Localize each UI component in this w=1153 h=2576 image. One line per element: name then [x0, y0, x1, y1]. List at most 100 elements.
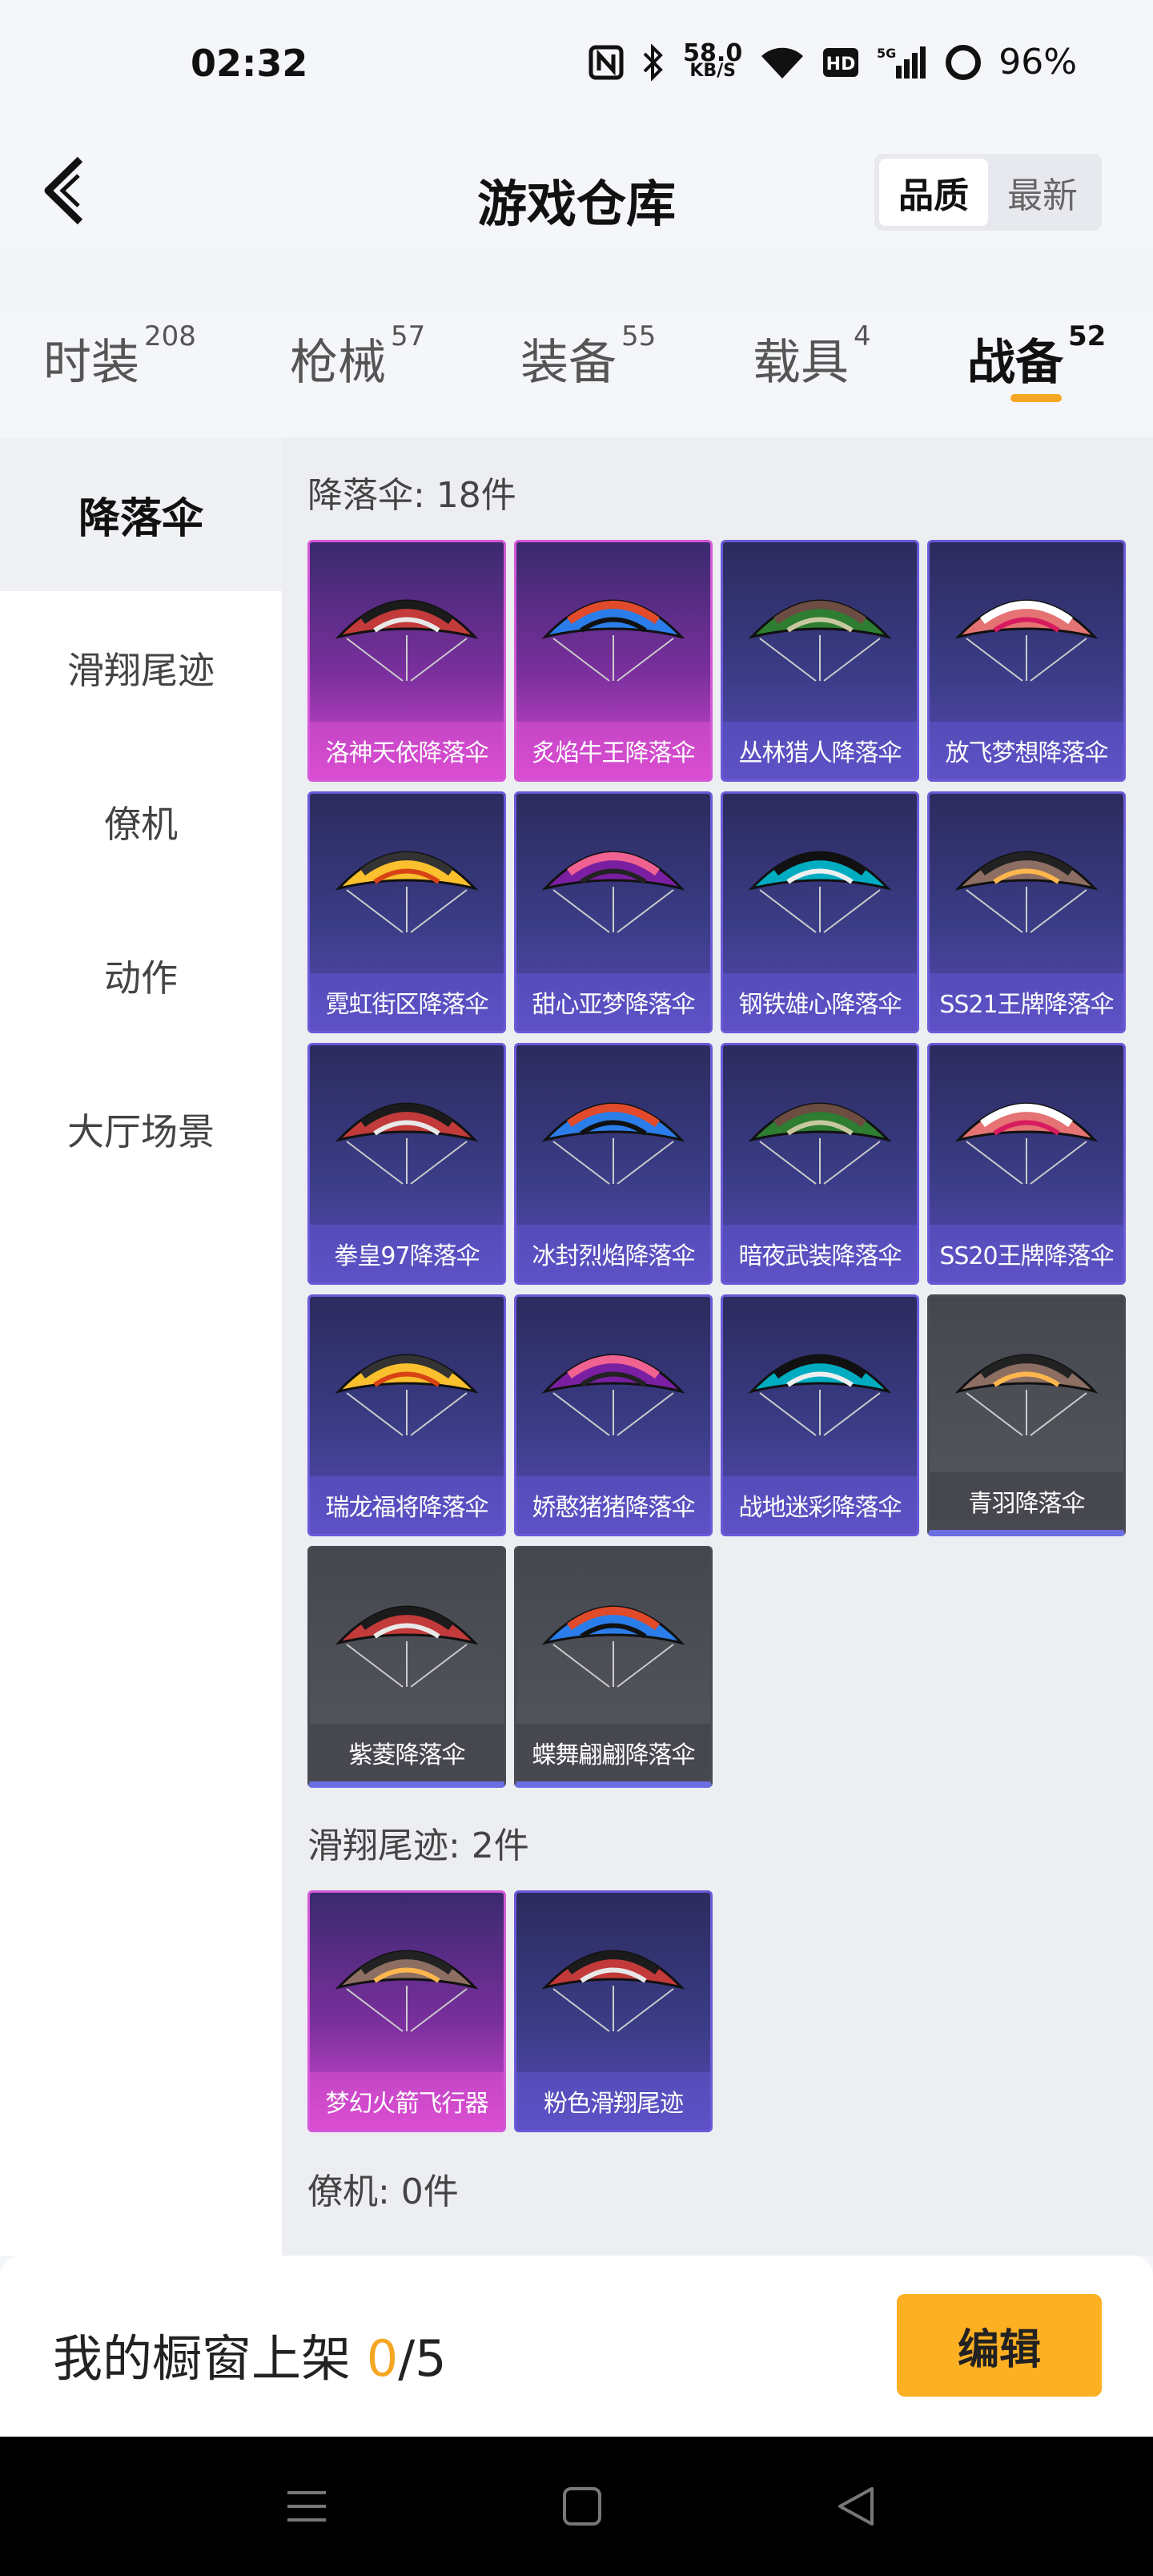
- sort-quality-button[interactable]: 品质: [879, 159, 988, 226]
- item-name: 紫菱降落伞: [310, 1724, 504, 1781]
- tab-guns[interactable]: 枪械 57: [290, 320, 425, 393]
- item-card[interactable]: 丛林猎人降落伞: [721, 540, 919, 782]
- sidebar-item-lobby-scene[interactable]: 大厅场景: [0, 1053, 282, 1206]
- item-card[interactable]: 梦幻火箭飞行器: [307, 1890, 506, 2132]
- item-card[interactable]: SS20王牌降落伞: [927, 1043, 1126, 1285]
- back-button[interactable]: [32, 156, 96, 225]
- item-thumbnail: [930, 794, 1123, 974]
- sidebar-item-parachute[interactable]: 降落伞: [0, 437, 282, 591]
- hd-icon: HD: [822, 47, 859, 78]
- showcase-current-count: 0: [366, 2329, 399, 2388]
- item-card[interactable]: 钢铁雄心降落伞: [721, 791, 919, 1033]
- home-square-icon: [563, 2487, 601, 2526]
- showcase-label: 我的橱窗上架: [53, 2329, 352, 2388]
- item-card[interactable]: SS21王牌降落伞: [927, 791, 1126, 1033]
- showcase-panel: 我的橱窗上架 0/5 编辑: [0, 2256, 1153, 2437]
- item-thumbnail: [310, 1893, 504, 2073]
- item-card[interactable]: 炙焰牛王降落伞: [514, 540, 713, 782]
- nfc-icon: [589, 45, 624, 80]
- item-thumbnail: [310, 794, 504, 974]
- tab-count: 57: [391, 320, 426, 352]
- tab-count: 52: [1068, 320, 1107, 352]
- item-card[interactable]: 洛神天依降落伞: [307, 540, 506, 782]
- section-title-parachute: 降落伞: 18件: [307, 475, 516, 516]
- header: 游戏仓库 品质 最新: [0, 136, 1153, 248]
- item-name: 暗夜武装降落伞: [723, 1225, 917, 1282]
- category-tabs: 时装 208 枪械 57 装备 55 载具 4 战备 52: [0, 312, 1153, 437]
- item-thumbnail: [723, 794, 917, 974]
- tab-count: 4: [854, 320, 871, 352]
- sidebar-item-emote[interactable]: 动作: [0, 899, 282, 1053]
- menu-icon: [287, 2491, 326, 2522]
- item-thumbnail: [516, 1045, 710, 1226]
- section-title-wingman: 僚机: 0件: [307, 2171, 459, 2212]
- item-name: 洛神天依降落伞: [310, 722, 504, 779]
- item-thumbnail: [723, 542, 917, 722]
- back-nav-button[interactable]: [830, 2480, 882, 2533]
- wifi-icon: [760, 45, 805, 80]
- item-card[interactable]: 蝶舞翩翩降落伞: [514, 1546, 713, 1788]
- item-name: 青羽降落伞: [930, 1472, 1123, 1530]
- system-nav-bar: [0, 2437, 1153, 2576]
- item-name: 蝶舞翩翩降落伞: [516, 1724, 710, 1781]
- item-card[interactable]: 拳皇97降落伞: [307, 1043, 506, 1285]
- home-nav-button[interactable]: [556, 2480, 609, 2533]
- item-card[interactable]: 粉色滑翔尾迹: [514, 1890, 713, 2132]
- item-thumbnail: [516, 794, 710, 974]
- item-thumbnail: [516, 1893, 710, 2073]
- tab-fashion[interactable]: 时装 208: [43, 320, 196, 393]
- item-name: 冰封烈焰降落伞: [516, 1225, 710, 1282]
- item-card[interactable]: 青羽降落伞: [927, 1294, 1126, 1536]
- tab-vehicles[interactable]: 载具 4: [753, 320, 871, 393]
- item-name: 炙焰牛王降落伞: [516, 722, 710, 779]
- svg-text:5G: 5G: [877, 46, 896, 61]
- item-name: 霓虹街区降落伞: [310, 973, 504, 1031]
- item-name: 粉色滑翔尾迹: [516, 2072, 710, 2130]
- item-thumbnail: [930, 1045, 1123, 1226]
- tab-label: 时装: [43, 335, 139, 391]
- item-thumbnail: [310, 542, 504, 722]
- sort-toggle: 品质 最新: [874, 154, 1102, 231]
- tab-label: 装备: [520, 335, 617, 391]
- net-speed: 58.0 KB/S: [683, 38, 743, 81]
- item-name: 瑞龙福将降落伞: [310, 1476, 504, 1534]
- item-card[interactable]: 战地迷彩降落伞: [721, 1294, 919, 1536]
- status-bar: 02:32 58.0 KB/S HD 5G 96%: [0, 0, 1153, 136]
- item-name: 钢铁雄心降落伞: [723, 973, 917, 1031]
- net-speed-unit: KB/S: [689, 60, 737, 81]
- sidebar-item-glide-trail[interactable]: 滑翔尾迹: [0, 591, 282, 745]
- item-card[interactable]: 放飞梦想降落伞: [927, 540, 1126, 782]
- item-name: SS20王牌降落伞: [930, 1225, 1123, 1282]
- tab-label: 枪械: [290, 335, 386, 391]
- tab-count: 55: [621, 320, 657, 352]
- item-card[interactable]: 暗夜武装降落伞: [721, 1043, 919, 1285]
- back-triangle-icon: [838, 2487, 874, 2526]
- item-thumbnail: [930, 542, 1123, 722]
- item-card[interactable]: 紫菱降落伞: [307, 1546, 506, 1788]
- item-card[interactable]: 霓虹街区降落伞: [307, 791, 506, 1033]
- sidebar-item-wingman[interactable]: 僚机: [0, 745, 282, 899]
- item-name: 拳皇97降落伞: [310, 1225, 504, 1282]
- item-name: 梦幻火箭飞行器: [310, 2072, 504, 2130]
- item-name: SS21王牌降落伞: [930, 973, 1123, 1031]
- item-card[interactable]: 冰封烈焰降落伞: [514, 1043, 713, 1285]
- item-card[interactable]: 瑞龙福将降落伞: [307, 1294, 506, 1536]
- showcase-status: 我的橱窗上架 0/5: [53, 2318, 447, 2390]
- status-time: 02:32: [191, 42, 308, 85]
- item-thumbnail: [516, 1297, 710, 1477]
- item-thumbnail: [310, 1548, 504, 1729]
- tab-battle-gear[interactable]: 战备 52: [967, 320, 1106, 393]
- item-card[interactable]: 娇憨猪猪降落伞: [514, 1294, 713, 1536]
- edit-button[interactable]: 编辑: [897, 2294, 1102, 2397]
- tab-equipment[interactable]: 装备 55: [520, 320, 656, 393]
- net-speed-value: 58.0: [683, 38, 743, 67]
- item-thumbnail: [723, 1045, 917, 1226]
- sort-newest-button[interactable]: 最新: [988, 159, 1097, 226]
- item-thumbnail: [516, 1548, 710, 1729]
- battery-icon: [946, 44, 982, 80]
- menu-nav-button[interactable]: [280, 2480, 333, 2533]
- item-thumbnail: [930, 1297, 1123, 1477]
- item-thumbnail: [516, 542, 710, 722]
- item-card[interactable]: 甜心亚梦降落伞: [514, 791, 713, 1033]
- svg-text:HD: HD: [826, 54, 856, 74]
